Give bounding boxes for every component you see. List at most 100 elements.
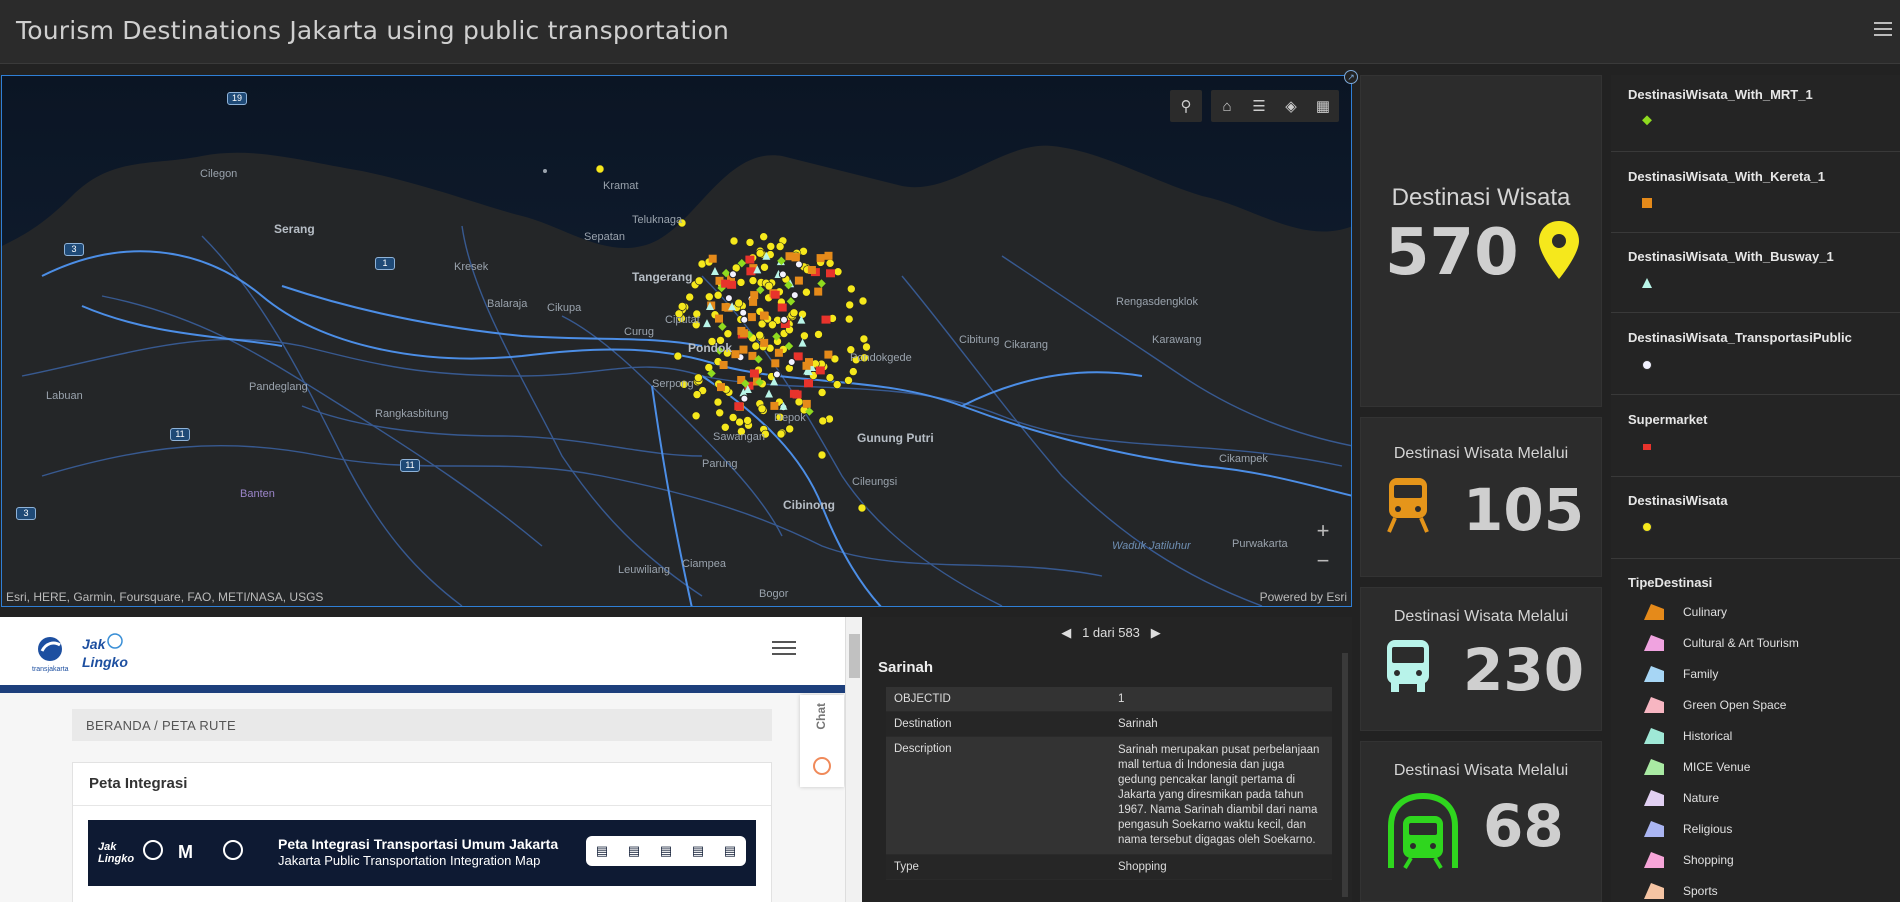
destination-point [798,310,807,319]
map-label-pondokgede: Pondokgede [850,352,912,364]
destination-point [755,330,765,340]
destination-point [755,248,765,258]
supermarket-point [821,315,831,324]
map-label-rengasdengklok: Rengasdengklok [1116,296,1198,308]
destination-point [768,320,777,330]
map-label-kresek: Kresek [454,261,489,273]
highway-shield: 3 [16,507,36,520]
legend-section-tipe: TipeDestinasi Culinary Cultural & Art Tou… [1611,559,1900,902]
supermarket-point [734,402,744,411]
public-transport-point [794,260,803,269]
kereta-point [774,348,783,357]
jaklingko-logo[interactable]: transjakarta Jak Lingko [30,629,150,679]
list-icon[interactable]: ☰ [1243,90,1275,122]
location-pin-icon [1539,221,1579,279]
menu-icon[interactable] [1874,22,1892,40]
kereta-point [739,345,748,354]
zoom-out-button[interactable]: − [1307,546,1339,576]
destination-point [757,404,767,414]
map-label-ciputat: Ciputat [665,314,700,326]
map-search-group: ⚲ [1170,90,1202,122]
map-label-cibitung: Cibitung [959,334,1000,346]
destination-point [691,411,701,421]
highway-shield: 3 [64,243,84,256]
layers-icon[interactable]: ◈ [1275,90,1307,122]
destination-point [785,424,795,434]
triangle-symbol-icon [1642,278,1652,288]
attribute-table: OBJECTID 1 Destination Sarinah Descripti… [886,687,1332,880]
circle-symbol-icon [1642,360,1652,370]
stat-label: Destinasi Wisata Melalui [1393,762,1569,779]
train-icon [1388,792,1458,870]
bus-icon [1387,640,1429,692]
category-swatch-icon [1644,635,1664,651]
svg-text:Jak: Jak [98,841,117,853]
svg-text:Lingko: Lingko [98,853,134,865]
popup-scrollbar[interactable] [1342,653,1348,897]
legend-section-public: DestinasiWisata_TransportasiPublic [1611,313,1900,395]
category-swatch-icon [1644,604,1664,620]
kereta-point [771,359,780,368]
bus-icon: ▤ [627,843,641,858]
kereta-point [740,329,749,338]
supermarket-point [745,255,755,264]
map-label-kramat: Kramat [603,180,639,192]
destination-point [800,331,809,341]
zoom-in-button[interactable]: + [1307,516,1339,546]
map-label-pandeglang: Pandeglang [249,381,308,393]
category-swatch-icon [1644,790,1664,806]
legend-section-kereta: DestinasiWisata_With_Kereta_1 [1611,152,1900,233]
public-transport-point [780,315,788,324]
stat-label: Destinasi Wisata Melalui [1393,608,1569,625]
supermarket-point [815,366,825,375]
breadcrumb[interactable]: BERANDA / PETA RUTE [72,709,772,741]
powered-by[interactable]: Powered by Esri [1260,590,1347,604]
destination-point [715,408,725,418]
web-menu-icon[interactable] [772,641,796,659]
circle-symbol-icon [1642,522,1652,532]
kereta-point [824,350,833,359]
destination-point [677,302,687,311]
map-label-cikampek: Cikampek [1219,453,1268,465]
destination-point [704,292,714,302]
chat-button[interactable]: Chat [800,695,844,787]
svg-text:M: M [178,842,193,862]
map-canvas [2,76,1351,606]
grid-icon[interactable]: ▦ [1307,90,1339,122]
supermarket-point [792,390,802,399]
map-label-cikupa: Cikupa [547,302,582,314]
home-icon[interactable]: ⌂ [1211,90,1243,122]
map-view[interactable]: Cilegon Serang Kramat Sepatan Teluknaga … [1,75,1352,607]
legend-panel: DestinasiWisata_With_MRT_1 DestinasiWisa… [1611,75,1900,902]
map-label-pondok: Pondok [688,341,732,355]
search-icon[interactable]: ⚲ [1170,90,1202,122]
legend-layer-title: DestinasiWisata [1628,493,1728,508]
prev-arrow-icon[interactable]: ◀ [1061,625,1071,640]
train-icon: ▤ [659,843,673,858]
kereta-point [719,361,728,369]
attr-value: Shopping [1110,854,1332,880]
web-scrollbar[interactable] [845,617,862,902]
tram-icon: ▤ [723,843,737,858]
destination-point [844,376,853,385]
attr-value: Sarinah merupakan pusat perbelanjaan mal… [1110,736,1332,855]
zoom-control: + − [1307,516,1339,576]
map-label-balaraja: Balaraja [487,298,528,310]
kereta-point [816,254,825,263]
supermarket-point [777,303,787,312]
map-label-sawangan: Sawangan [713,431,765,443]
app-header: Tourism Destinations Jakarta using publi… [0,0,1900,64]
destination-point [751,341,761,351]
stat-busway-destinations: Destinasi Wisata Melalui 230 [1360,587,1602,731]
expand-icon[interactable]: ↗ [1344,70,1358,84]
next-arrow-icon[interactable]: ▶ [1151,625,1161,640]
legend-section-destinasi: DestinasiWisata [1611,477,1900,559]
destination-point [734,298,744,308]
legend-section-supermarket: Supermarket [1611,395,1900,477]
integration-map-banner[interactable]: Jak Lingko M Peta Integrasi Transportasi… [88,820,756,886]
kereta-point [731,350,740,359]
public-transport-point [740,394,749,403]
map-label-gunung-putri: Gunung Putri [857,431,934,445]
partner-logos: Jak Lingko M [98,840,243,865]
map-label-labuan: Labuan [46,390,83,402]
